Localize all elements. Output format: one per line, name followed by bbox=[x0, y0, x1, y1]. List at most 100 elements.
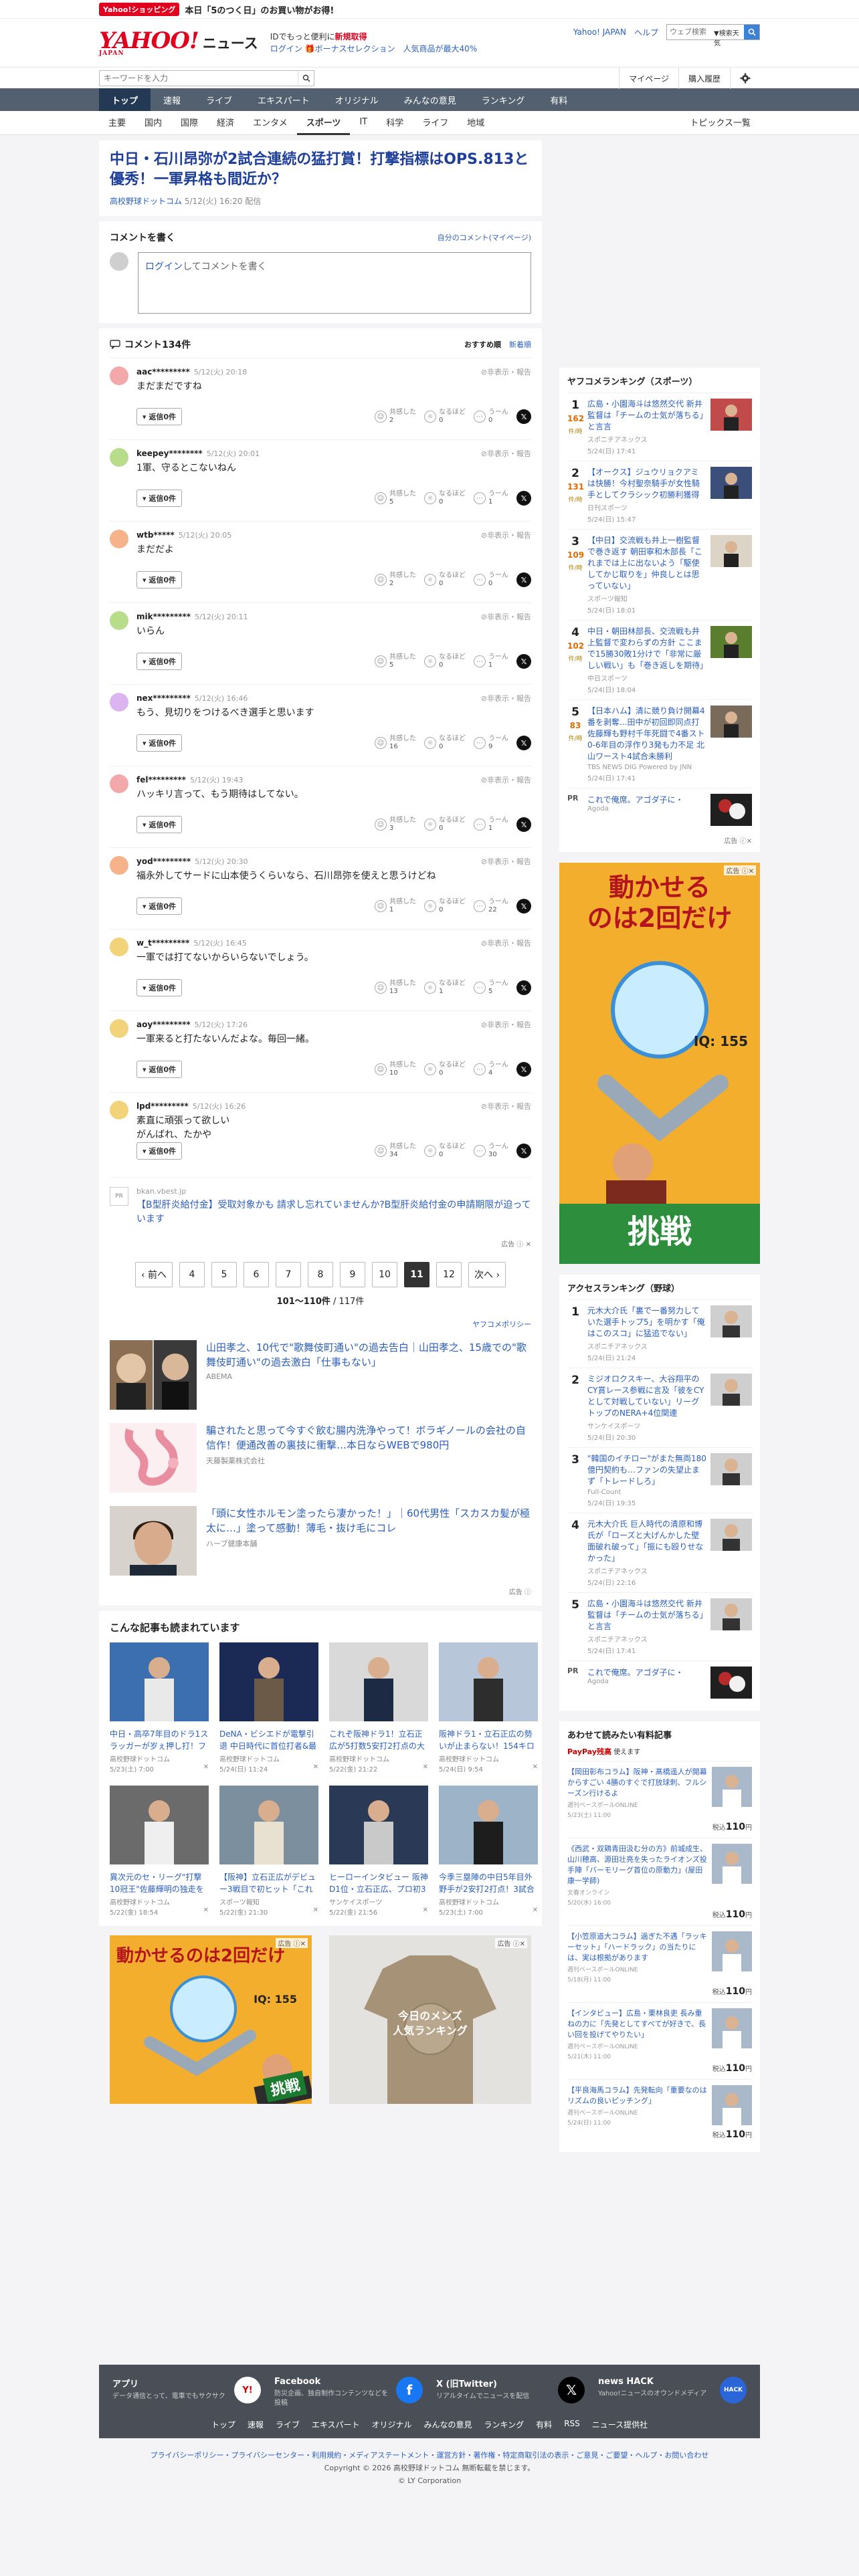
access-title[interactable]: 元木大介氏 巨人時代の清原和博氏が「ローズと大げんかした壁面破れ破って」「振にも… bbox=[587, 1519, 706, 1564]
newshack-icon[interactable]: HACK bbox=[720, 2377, 747, 2403]
agree-button[interactable]: ☼ なるほど 1 bbox=[424, 980, 466, 996]
comment-user[interactable]: mik********* bbox=[136, 612, 191, 621]
hmm-button[interactable]: ⋯ うーん 4 bbox=[474, 1061, 508, 1077]
empathize-button[interactable]: ☺ 共感した 3 bbox=[375, 817, 416, 833]
close-icon[interactable]: ✕ bbox=[203, 1763, 209, 1774]
ranking-title[interactable]: 広島・小園海斗は悠然交代 新井監督は「チームの士気が落ちる」と言言 bbox=[587, 399, 706, 433]
empathize-button[interactable]: ☺ 共感した 13 bbox=[375, 980, 416, 996]
page-7[interactable]: 7 bbox=[276, 1262, 301, 1287]
empathize-button[interactable]: ☺ 共感した 5 bbox=[375, 490, 416, 506]
login-link[interactable]: ログイン bbox=[270, 44, 302, 53]
ranking-item[interactable]: 5 83 件/時 【日本ハム】清に競り負け開幕4番を剥奪...田中が初回即同点打 佐… bbox=[567, 700, 752, 788]
hide-report-button[interactable]: ⊘非表示・報告 bbox=[481, 1101, 531, 1111]
ranking-item[interactable]: 4 102 件/時 中日・朝田林部長、交流戦も井上監督で変わらずの方針 ここまで15… bbox=[567, 620, 752, 700]
agree-button[interactable]: ☼ なるほど 0 bbox=[424, 653, 466, 669]
ranking-title[interactable]: 【日本ハム】清に競り負け開幕4番を剥奪...田中が初回即同点打 佐藤輝も野村千年… bbox=[587, 706, 706, 762]
paid-title[interactable]: 【インタビュー】広島・栗林良吏 長み重ねの力に「先発としてすべてが好きで、長い回… bbox=[567, 2008, 708, 2040]
related-article[interactable]: これぞ阪神ドラ1！立石正広が5打数5安打2打点の大活躍で打… 高校野球ドットコム… bbox=[329, 1642, 428, 1774]
access-item[interactable]: 1 元木大介氏「裏で一番努力していた選手トップ5」を明かす「俺はこのスコ」に猛追… bbox=[567, 1299, 752, 1368]
page-6[interactable]: 6 bbox=[244, 1262, 269, 1287]
prev-page-button[interactable]: ‹ 前へ bbox=[134, 1262, 173, 1287]
my-comments-link[interactable]: 自分のコメント(マイページ) bbox=[438, 232, 531, 243]
search-scope[interactable]: ▼検索天気 bbox=[714, 25, 744, 47]
ad-info-icon[interactable]: ⓘ bbox=[524, 1589, 531, 1596]
agree-button[interactable]: ☼ なるほど 0 bbox=[424, 490, 466, 506]
empathize-button[interactable]: ☺ 共感した 1 bbox=[375, 898, 416, 914]
empathize-button[interactable]: ☺ 共感した 2 bbox=[375, 572, 416, 588]
sponsored-title[interactable]: 山田孝之、10代で"歌舞伎町通い"の過去告白｜山田孝之、15歳での"歌舞伎町通い… bbox=[206, 1340, 531, 1370]
footer-link-ranking[interactable]: ランキング bbox=[484, 2419, 524, 2430]
close-icon[interactable]: ✕ bbox=[313, 1763, 318, 1774]
right-ad-button[interactable]: 挑戦 bbox=[559, 1205, 760, 1252]
next-page-button[interactable]: 次へ › bbox=[468, 1262, 506, 1287]
agree-button[interactable]: ☼ なるほど 0 bbox=[424, 572, 466, 588]
empathize-button[interactable]: ☺ 共感した 5 bbox=[375, 653, 416, 669]
access-title[interactable]: ミジオロクスキー、大谷翔平のCY賞レース参戦に言及「彼をCYとして対戦していない… bbox=[587, 1374, 706, 1419]
comment-user[interactable]: nex********* bbox=[136, 693, 191, 703]
related-title[interactable]: 異次元のセ・リーグ"打撃10冠王"佐藤輝明の独走を止めるのはど… bbox=[110, 1871, 209, 1895]
paid-item[interactable]: 【小笠原道大コラム】過ぎた不遇「ラッキーセット」「ハードラック」の当たりには、実… bbox=[567, 1925, 752, 2002]
sort-recommended[interactable]: おすすめ順 bbox=[464, 340, 501, 349]
reply-button[interactable]: ▾ 返信0件 bbox=[136, 571, 183, 588]
cat-entertainment[interactable]: エンタメ bbox=[244, 111, 297, 135]
comment-user[interactable]: w_t********* bbox=[136, 938, 189, 948]
related-article[interactable]: 阪神ドラ1・立石正広の勢いが止まらない！154キロを弾き返す2… 高校野球ドット… bbox=[439, 1642, 538, 1774]
reply-button[interactable]: ▾ 返信0件 bbox=[136, 653, 183, 670]
ranking-pr-item[interactable]: PR これで俺席。アゴダ子に・ Agoda bbox=[567, 788, 752, 831]
ranking-item[interactable]: 2 131 件/時 【オークス】ジュウリョクアミは快勝！今村聖奈騎手が女性騎手として… bbox=[567, 461, 752, 529]
comment-user[interactable]: aoy********* bbox=[136, 1020, 191, 1029]
ranking-title[interactable]: 中日・朝田林部長、交流戦も井上監督で変わらずの方針 ここまで15勝30敗1分けで… bbox=[587, 626, 708, 671]
related-article[interactable]: 【阪神】立石正広がデビュー3戦目で初ヒット「これからも押… スポーツ報知 5/2… bbox=[219, 1786, 318, 1917]
yahoo-japan-link[interactable]: Yahoo! JAPAN bbox=[573, 27, 626, 37]
ad-banner-fashion[interactable]: 今日のメンズ 人気ランキング 広告 ⓘ✕ bbox=[329, 1935, 531, 2104]
web-search-button[interactable] bbox=[744, 25, 759, 39]
hide-report-button[interactable]: ⊘非表示・報告 bbox=[481, 530, 531, 540]
sponsored-item[interactable]: 「頭に女性ホルモン塗ったら凄かった！」｜60代男性「スカスカ髪が極太に…」塗って… bbox=[110, 1499, 531, 1582]
ad-banner-puzzle[interactable]: 動かせるのは2回だけ IQ: 155 挑戦 広告 ⓘ✕ bbox=[110, 1935, 314, 2110]
reply-button[interactable]: ▾ 返信0件 bbox=[136, 734, 183, 752]
settings-button[interactable] bbox=[730, 68, 760, 89]
hmm-button[interactable]: ⋯ うーん 5 bbox=[474, 980, 508, 996]
agree-button[interactable]: ☼ なるほど 0 bbox=[424, 898, 466, 914]
paid-item[interactable]: 【平良海馬コラム】先発転向「重要なのはリズムの良いピッチング」 週刊ベースボールO… bbox=[567, 2079, 752, 2145]
hide-report-button[interactable]: ⊘非表示・報告 bbox=[481, 856, 531, 867]
hide-report-button[interactable]: ⊘非表示・報告 bbox=[481, 448, 531, 459]
page-5[interactable]: 5 bbox=[211, 1262, 237, 1287]
close-icon[interactable]: ✕ bbox=[203, 1907, 209, 1917]
footer-link-live[interactable]: ライブ bbox=[276, 2419, 300, 2430]
ranking-item[interactable]: 1 162 件/時 広島・小園海斗は悠然交代 新井監督は「チームの士気が落ちる」と言… bbox=[567, 393, 752, 461]
related-title[interactable]: DeNA・ビシエドが電撃引退 中日時代に首位打者&最多安打の2… bbox=[219, 1728, 318, 1752]
paid-title[interactable]: 【岡田彰布コラム】阪神・髙橋遥人が開幕からすごい 4勝のすぐで打放球刺、フルシー… bbox=[567, 1767, 708, 1799]
x-share-icon[interactable]: 𝕏 bbox=[516, 654, 531, 669]
hide-report-button[interactable]: ⊘非表示・報告 bbox=[481, 938, 531, 948]
access-item[interactable]: 3 "韓国のイチロー"がまた無両180億円契約も…ファンの失望止まず「トレードし… bbox=[567, 1447, 752, 1513]
x-share-icon[interactable]: 𝕏 bbox=[516, 736, 531, 750]
sponsored-title[interactable]: 騙されたと思って今すぐ飲む腸内洗浄やって！ボラギノールの会社の自信作！便通改善の… bbox=[206, 1423, 531, 1453]
footer-link-rss[interactable]: RSS bbox=[564, 2419, 580, 2430]
comment-user[interactable]: aac********* bbox=[136, 367, 190, 377]
ad-info-icon[interactable]: ⓘ bbox=[516, 1241, 523, 1249]
hide-report-button[interactable]: ⊘非表示・報告 bbox=[481, 611, 531, 622]
close-icon[interactable]: ✕ bbox=[423, 1907, 428, 1917]
agree-button[interactable]: ☼ なるほど 0 bbox=[424, 409, 466, 425]
related-title[interactable]: ヒーローインタビュー 阪神D1位・立石正広、プロ初3安打猛打賞… bbox=[329, 1871, 428, 1895]
right-ad-puzzle[interactable]: 動かせる のは2回だけ IQ: 155 挑戦 広告 ⓘ✕ bbox=[559, 863, 760, 1264]
reply-button[interactable]: ▾ 返信0件 bbox=[136, 408, 183, 425]
page-12[interactable]: 12 bbox=[436, 1262, 462, 1287]
web-search-input[interactable] bbox=[667, 25, 714, 39]
x-share-icon[interactable]: 𝕏 bbox=[516, 1062, 531, 1077]
related-article[interactable]: 異次元のセ・リーグ"打撃10冠王"佐藤輝明の独走を止めるのはど… 高校野球ドット… bbox=[110, 1786, 209, 1917]
access-item[interactable]: 2 ミジオロクスキー、大谷翔平のCY賞レース参戦に言及「彼をCYとして対戦してい… bbox=[567, 1368, 752, 1447]
ranking-title[interactable]: 【オークス】ジュウリョクアミは快勝！今村聖奈騎手が女性騎手としてクラシック初勝利… bbox=[587, 467, 706, 501]
related-title[interactable]: 阪神ドラ1・立石正広の勢いが止まらない！154キロを弾き返す2… bbox=[439, 1728, 538, 1752]
sponsored-item[interactable]: 山田孝之、10代で"歌舞伎町通い"の過去告白｜山田孝之、15歳での"歌舞伎町通い… bbox=[110, 1333, 531, 1416]
yahoo-logo[interactable]: YAHOO! JAPAN bbox=[99, 29, 199, 57]
paid-title[interactable]: 【小笠原道大コラム】過ぎた不遇「ラッキーセット」「ハードラック」の当たりには、実… bbox=[567, 1931, 708, 1963]
footer-newshack[interactable]: news HACK Yahoo!ニュースのオウンドメディア HACK bbox=[598, 2377, 747, 2408]
x-share-icon[interactable]: 𝕏 bbox=[516, 1144, 531, 1158]
access-title[interactable]: "韓国のイチロー"がまた無両180億円契約も…ファンの失望止まず「トレードしろ」 bbox=[587, 1453, 706, 1487]
hide-report-button[interactable]: ⊘非表示・報告 bbox=[481, 774, 531, 785]
close-icon[interactable]: ✕ bbox=[533, 1907, 538, 1917]
footer-x[interactable]: X (旧Twitter) リアルタイムでニュースを配信 𝕏 bbox=[436, 2377, 585, 2408]
hmm-button[interactable]: ⋯ うーん 9 bbox=[474, 735, 508, 751]
